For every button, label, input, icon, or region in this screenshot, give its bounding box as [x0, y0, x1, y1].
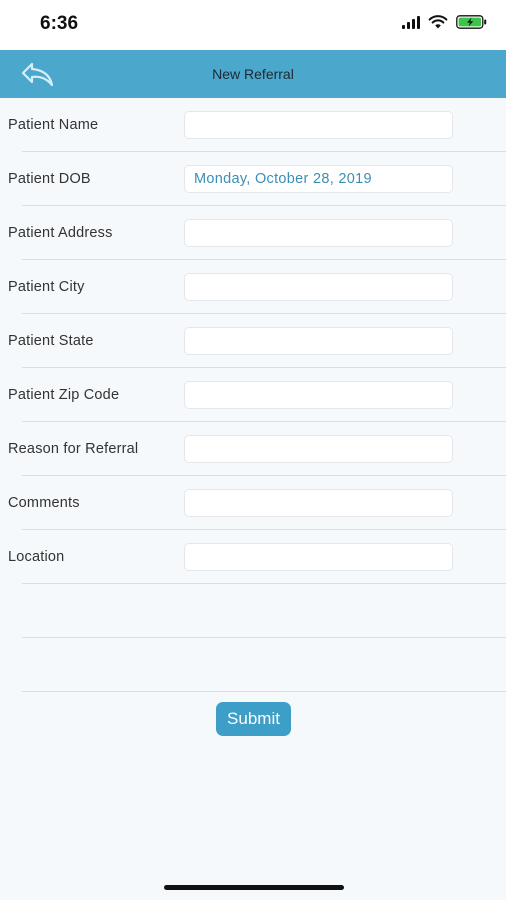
patient-city-input[interactable] [184, 273, 453, 301]
patient-address-label: Patient Address [8, 225, 113, 241]
location-label: Location [8, 549, 65, 565]
comments-input[interactable] [184, 489, 453, 517]
form-row-patient-dob: Patient DOB [0, 152, 506, 206]
battery-charging-icon [456, 15, 487, 29]
referral-reason-input[interactable] [184, 435, 453, 463]
referral-reason-label: Reason for Referral [8, 441, 139, 457]
form-row-patient-name: Patient Name [0, 98, 506, 152]
wifi-icon [428, 15, 448, 29]
form-row-location: Location [0, 530, 506, 584]
patient-address-input[interactable] [184, 219, 453, 247]
nav-bar: New Referral [0, 50, 506, 98]
home-indicator[interactable] [164, 885, 344, 890]
form-row-patient-address: Patient Address [0, 206, 506, 260]
form-row-patient-state: Patient State [0, 314, 506, 368]
status-icons [402, 15, 488, 29]
patient-state-label: Patient State [8, 333, 94, 349]
location-input[interactable] [184, 543, 453, 571]
patient-dob-input[interactable] [184, 165, 453, 193]
empty-row [0, 584, 506, 638]
patient-state-input[interactable] [184, 327, 453, 355]
patient-name-label: Patient Name [8, 117, 99, 133]
page-title: New Referral [212, 66, 294, 82]
submit-button[interactable]: Submit [216, 702, 291, 736]
form-row-patient-city: Patient City [0, 260, 506, 314]
signal-icon [402, 15, 420, 29]
divider [22, 691, 506, 692]
referral-form: Patient Name Patient DOB Patient Address… [0, 98, 506, 692]
form-row-patient-zip: Patient Zip Code [0, 368, 506, 422]
empty-row [0, 638, 506, 692]
status-bar: 6:36 [0, 0, 506, 50]
patient-name-input[interactable] [184, 111, 453, 139]
patient-dob-label: Patient DOB [8, 171, 91, 187]
form-row-referral-reason: Reason for Referral [0, 422, 506, 476]
form-row-comments: Comments [0, 476, 506, 530]
status-time: 6:36 [40, 13, 79, 34]
patient-zip-label: Patient Zip Code [8, 387, 120, 403]
comments-label: Comments [8, 495, 80, 511]
patient-zip-input[interactable] [184, 381, 453, 409]
patient-city-label: Patient City [8, 279, 85, 295]
